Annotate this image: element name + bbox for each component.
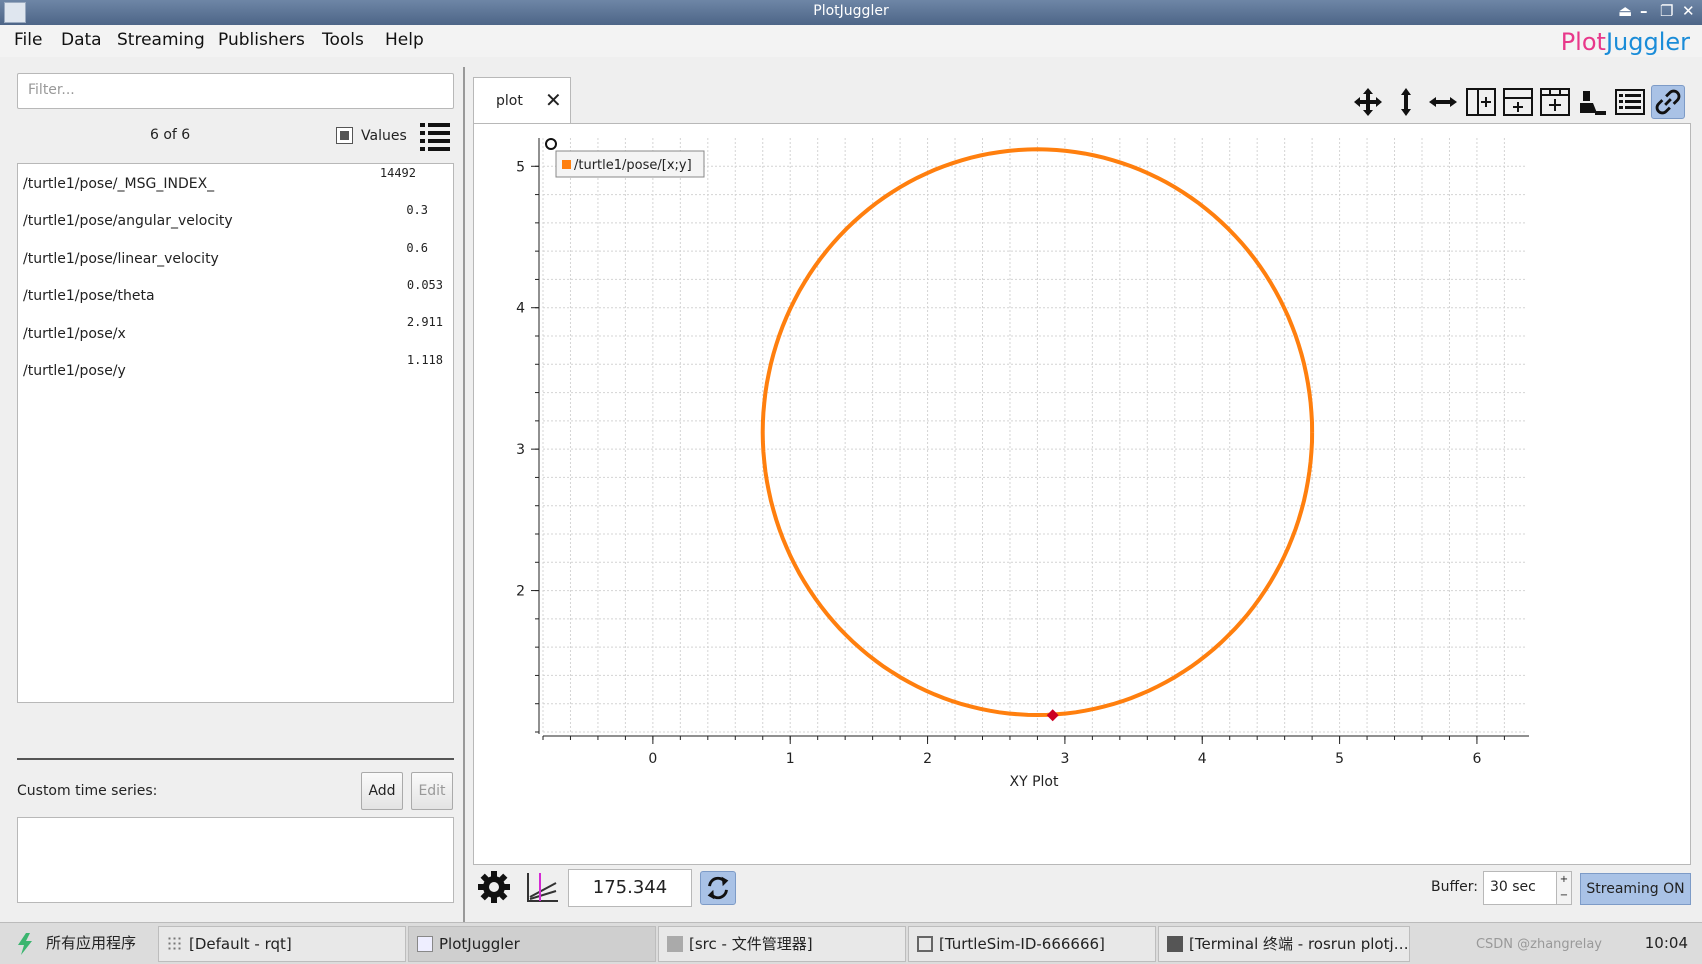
menu-file[interactable]: File: [14, 30, 42, 50]
split-vertical-icon[interactable]: [1501, 85, 1535, 119]
series-count: 6 of 6: [150, 127, 191, 143]
xy-plot[interactable]: 0 1 2 3 4 5 6 2 3 4 5 XY Plot/turtle1/pose/[x;y]: [474, 124, 1690, 864]
menu-bar: File Data Streaming Publishers Tools Hel…: [0, 25, 1702, 57]
list-item[interactable]: /turtle1/pose/x: [23, 326, 126, 342]
x-axis-label: XY Plot: [1010, 774, 1059, 790]
buffer-label: Buffer:: [1431, 879, 1478, 895]
taskbar: 所有应用程序 [Default - rqt] PlotJuggler [src …: [0, 922, 1702, 964]
task-turtlesim[interactable]: [TurtleSim-ID-666666]: [908, 926, 1156, 962]
custom-series-list: [17, 817, 454, 903]
time-field[interactable]: 175.344: [568, 869, 692, 907]
timeseries-list: /turtle1/pose/_MSG_INDEX_ 14492 /turtle1…: [17, 163, 454, 703]
y-tick-label: 4: [516, 301, 525, 317]
task-terminal[interactable]: [Terminal 终端 - rosrun plotj…: [1158, 926, 1410, 962]
y-tick-label: 5: [516, 159, 525, 175]
list-item-value: 0.6: [406, 241, 428, 255]
task-rqt[interactable]: [Default - rqt]: [158, 926, 406, 962]
x-tick-label: 6: [1472, 751, 1481, 767]
minimize-icon[interactable]: –: [1640, 2, 1648, 20]
terminal-icon: [1167, 936, 1183, 952]
list-item-value: 0.3: [406, 203, 428, 217]
tab-label: plot: [496, 93, 523, 109]
buffer-stepper[interactable]: + −: [1556, 871, 1572, 905]
folder-icon: [667, 936, 683, 952]
start-menu[interactable]: 所有应用程序: [10, 926, 136, 962]
menu-help[interactable]: Help: [385, 30, 424, 50]
legend-label: /turtle1/pose/[x;y]: [574, 158, 692, 173]
x-tick-label: 4: [1198, 751, 1207, 767]
list-item[interactable]: /turtle1/pose/angular_velocity: [23, 213, 233, 229]
x-tick-label: 1: [786, 751, 795, 767]
list-item[interactable]: /turtle1/pose/theta: [23, 288, 155, 304]
tab-plot[interactable]: plot ✕: [473, 77, 571, 124]
list-item-value: 2.911: [406, 315, 443, 329]
add-grid-icon[interactable]: [1538, 85, 1572, 119]
tracker-handle: [545, 138, 557, 150]
list-item-value: 1.118: [406, 353, 443, 367]
x-tick-label: 3: [1060, 751, 1069, 767]
panel-splitter[interactable]: [17, 758, 454, 760]
x-tick-label: 5: [1335, 751, 1344, 767]
menu-streaming[interactable]: Streaming: [117, 30, 205, 50]
y-tick-label: 2: [516, 584, 525, 600]
task-plotjuggler[interactable]: PlotJuggler: [408, 926, 656, 962]
values-checkbox[interactable]: [336, 127, 353, 144]
list-item-value: 14492: [379, 166, 416, 180]
x-tick-label: 2: [923, 751, 932, 767]
list-item[interactable]: /turtle1/pose/linear_velocity: [23, 251, 219, 267]
brand-logo: PlotJuggler: [1560, 28, 1690, 56]
window-icon: [917, 936, 933, 952]
split-horizontal-icon[interactable]: [1464, 85, 1498, 119]
ratio-icon[interactable]: [524, 869, 560, 905]
menu-tools[interactable]: Tools: [322, 30, 364, 50]
menu-publishers[interactable]: Publishers: [218, 30, 305, 50]
left-panel: Filter... 6 of 6 Values /turtle1/pose/_M…: [0, 57, 460, 922]
maximize-icon[interactable]: ❐: [1660, 2, 1673, 20]
title-bar: PlotJuggler ⏏ – ❐ ✕: [0, 0, 1702, 25]
buffer-input[interactable]: 30 sec: [1483, 871, 1558, 905]
grid-icon: [167, 936, 183, 952]
window-title: PlotJuggler: [813, 3, 889, 19]
streaming-button[interactable]: Streaming ON: [1580, 873, 1691, 905]
clock: 10:04: [1644, 934, 1688, 952]
vertical-splitter[interactable]: [463, 67, 465, 927]
close-window-icon[interactable]: ✕: [1682, 2, 1695, 20]
zoom-vertical-icon[interactable]: [1389, 85, 1423, 119]
link-icon[interactable]: [1651, 85, 1685, 119]
menu-data[interactable]: Data: [61, 30, 102, 50]
list-item-value: 0.053: [406, 278, 443, 292]
shade-icon[interactable]: ⏏: [1618, 2, 1632, 20]
zoom-horizontal-icon[interactable]: [1426, 85, 1460, 119]
y-tick-label: 3: [516, 442, 525, 458]
legend-swatch: [562, 160, 571, 169]
close-tab-icon[interactable]: ✕: [545, 88, 562, 112]
plot-area[interactable]: 0 1 2 3 4 5 6 2 3 4 5 XY Plot/turtle1/pose/[x;y]: [473, 123, 1691, 865]
move-icon[interactable]: [1351, 85, 1385, 119]
plotjuggler-icon: [417, 936, 433, 952]
custom-series-label: Custom time series:: [17, 783, 158, 799]
task-file-manager[interactable]: [src - 文件管理器]: [658, 926, 906, 962]
start-icon: [18, 933, 32, 955]
x-tick-label: 0: [648, 751, 657, 767]
add-button[interactable]: Add: [361, 772, 403, 810]
list-item[interactable]: /turtle1/pose/_MSG_INDEX_: [23, 176, 214, 192]
list-item[interactable]: /turtle1/pose/y: [23, 363, 126, 379]
legend-icon[interactable]: [1613, 85, 1647, 119]
edit-button[interactable]: Edit: [411, 772, 453, 810]
values-label: Values: [361, 128, 407, 144]
gear-icon[interactable]: [476, 869, 512, 905]
list-view-icon[interactable]: [418, 119, 452, 153]
current-point-marker: [1046, 709, 1059, 722]
start-label: 所有应用程序: [46, 934, 137, 952]
watermark: CSDN @zhangrelay: [1475, 937, 1602, 952]
sync-icon[interactable]: [700, 871, 736, 905]
filter-input[interactable]: Filter...: [17, 73, 454, 109]
clear-icon[interactable]: [1575, 85, 1609, 119]
